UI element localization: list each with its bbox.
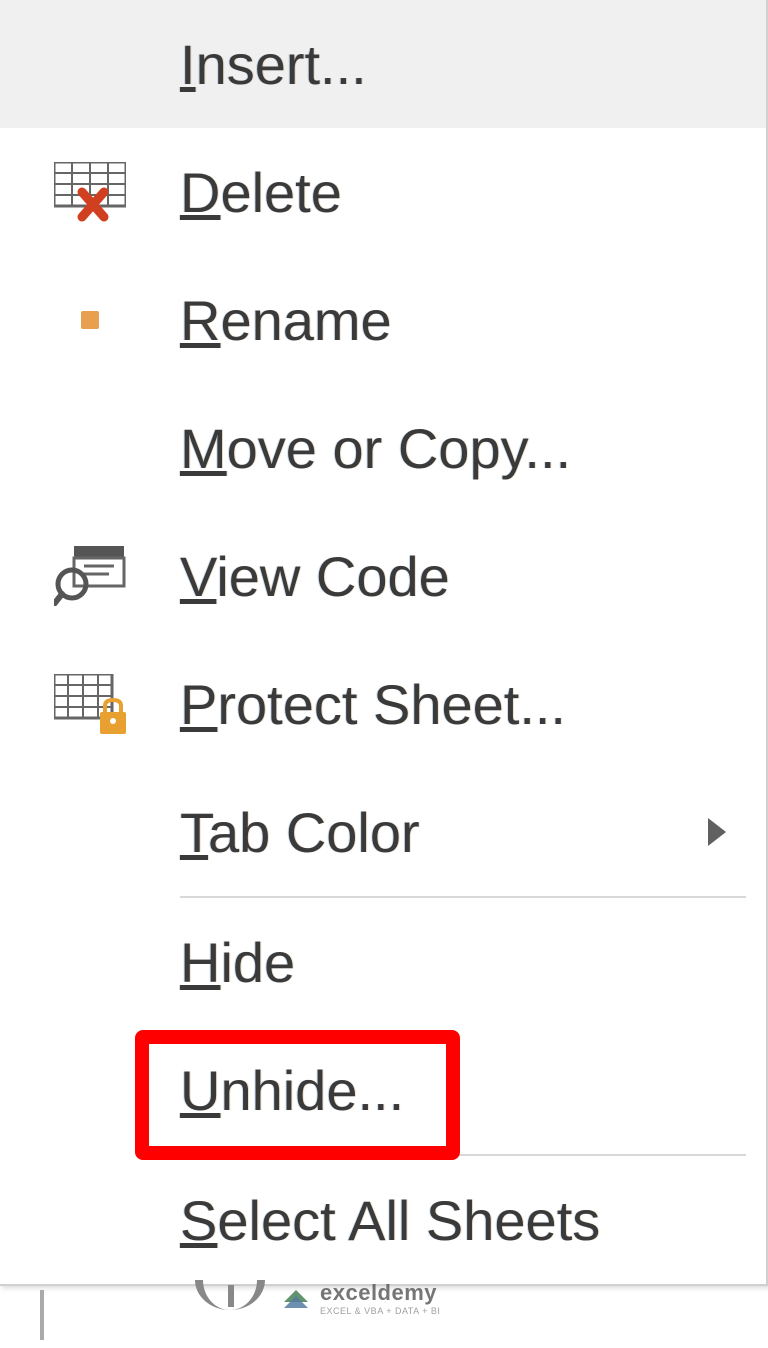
icon-cell	[0, 674, 180, 734]
watermark: exceldemy EXCEL & VBA + DATA + BI	[280, 1280, 440, 1316]
menu-item-delete[interactable]: Delete	[0, 128, 766, 256]
protect-sheet-icon	[54, 674, 126, 734]
menu-item-select-all-sheets[interactable]: Select All Sheets	[0, 1156, 766, 1284]
watermark-logo-icon	[280, 1282, 312, 1314]
menu-label: Unhide...	[180, 1058, 766, 1123]
menu-item-protect-sheet[interactable]: Protect Sheet...	[0, 640, 766, 768]
watermark-tagline: EXCEL & VBA + DATA + BI	[320, 1306, 440, 1316]
partial-border	[40, 1290, 44, 1340]
view-code-icon	[54, 546, 126, 606]
menu-item-tab-color[interactable]: Tab Color	[0, 768, 766, 896]
menu-label: Move or Copy...	[180, 416, 766, 481]
menu-label: Rename	[180, 288, 766, 353]
menu-item-rename[interactable]: Rename	[0, 256, 766, 384]
menu-item-move-copy[interactable]: Move or Copy...	[0, 384, 766, 512]
rename-dot-icon	[81, 311, 99, 329]
delete-grid-icon	[54, 162, 126, 222]
partial-hidden-icon-line	[228, 1285, 234, 1307]
menu-item-insert[interactable]: Insert...	[0, 0, 766, 128]
menu-label: Insert...	[180, 32, 766, 97]
menu-label: Tab Color	[180, 800, 766, 865]
icon-cell	[0, 162, 180, 222]
menu-label: Select All Sheets	[180, 1188, 766, 1253]
menu-item-view-code[interactable]: View Code	[0, 512, 766, 640]
menu-label: Protect Sheet...	[180, 672, 766, 737]
watermark-brand: exceldemy	[320, 1280, 440, 1306]
menu-item-hide[interactable]: Hide	[0, 898, 766, 1026]
menu-item-unhide[interactable]: Unhide...	[0, 1026, 766, 1154]
menu-label: Hide	[180, 930, 766, 995]
submenu-arrow-icon	[708, 818, 726, 846]
icon-cell	[0, 546, 180, 606]
sheet-tab-context-menu: Insert... Delete Rename	[0, 0, 768, 1286]
icon-cell	[0, 311, 180, 329]
menu-label: View Code	[180, 544, 766, 609]
menu-label: Delete	[180, 160, 766, 225]
